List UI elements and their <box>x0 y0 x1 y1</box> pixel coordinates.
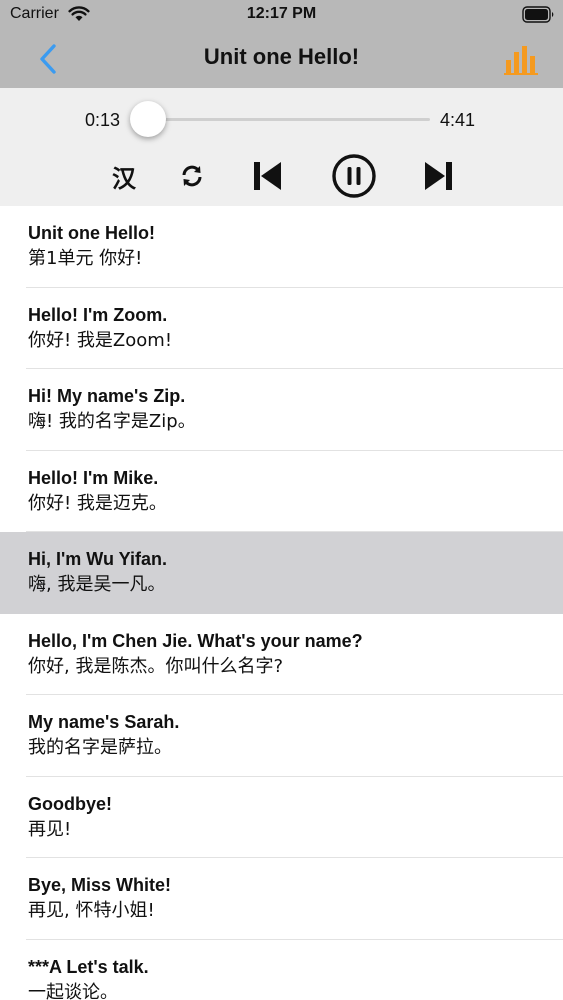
sentence-list: Unit one Hello! 第1单元 你好! Hello! I'm Zoom… <box>0 206 563 1000</box>
sentence-row[interactable]: My name's Sarah. 我的名字是萨拉。 <box>0 695 563 777</box>
sentence-chinese: 你好, 我是陈杰。你叫什么名字? <box>28 655 283 677</box>
sentence-row[interactable]: Hi, I'm Wu Yifan. 嗨, 我是吴一凡。 <box>0 532 563 614</box>
repeat-button[interactable] <box>176 154 208 198</box>
sentence-chinese: 一起谈论。 <box>28 981 118 1000</box>
sentence-chinese: 第1单元 你好! <box>28 248 143 269</box>
sentence-english: Bye, Miss White! <box>28 875 172 895</box>
sentence-english: ***A Let's talk. <box>28 956 149 977</box>
previous-button[interactable] <box>248 154 286 198</box>
sentence-row[interactable]: ***A Let's talk. 一起谈论。 <box>0 940 563 1000</box>
sentence-row[interactable]: Hi! My name's Zip. 嗨! 我的名字是Zip。 <box>0 369 563 451</box>
sentence-english: Hi, I'm Wu Yifan. <box>28 549 167 569</box>
status-time: 12:17 PM <box>246 5 317 22</box>
progress-slider[interactable] <box>129 101 430 137</box>
sentence-english: Goodbye! <box>28 793 112 814</box>
sentence-chinese: 再见! <box>28 818 72 840</box>
pause-button[interactable] <box>330 154 378 198</box>
sentence-english: Hello, I'm Chen Jie. What's your name? <box>28 630 363 651</box>
audio-player: 0:13 4:41 汉 <box>0 88 563 206</box>
total-time: 4:41 <box>440 110 476 130</box>
repeat-icon <box>182 165 202 187</box>
sentence-row[interactable]: Hello! I'm Zoom. 你好! 我是Zoom! <box>0 288 563 370</box>
pause-icon <box>332 154 376 198</box>
skip-previous-icon <box>254 162 281 190</box>
sentence-row[interactable]: Goodbye! 再见! <box>0 777 563 859</box>
page-title: Unit one Hello! <box>203 44 360 69</box>
header: Carrier 12:17 PM Unit one Hello! <box>0 0 563 88</box>
skip-next-icon <box>425 162 452 190</box>
sentence-chinese: 嗨! 我的名字是Zip。 <box>28 411 196 432</box>
current-time: 0:13 <box>85 110 121 130</box>
battery-icon <box>522 6 554 23</box>
sentence-english: Unit one Hello! <box>28 223 155 243</box>
language-toggle-button[interactable]: 汉 <box>104 154 144 198</box>
sentence-row[interactable]: Bye, Miss White! 再见, 怀特小姐! <box>0 858 563 940</box>
progress-knob[interactable] <box>129 101 166 137</box>
sentence-row[interactable]: Hello, I'm Chen Jie. What's your name? 你… <box>0 614 563 696</box>
sentence-chinese: 你好! 我是Zoom! <box>28 329 173 351</box>
sentence-chinese: 嗨, 我是吴一凡。 <box>28 574 166 595</box>
next-button[interactable] <box>420 154 458 198</box>
sentence-chinese: 你好! 我是迈克。 <box>28 492 167 514</box>
sentence-chinese: 再见, 怀特小姐! <box>28 900 155 921</box>
bar-chart-icon[interactable] <box>503 42 539 76</box>
sentence-chinese: 我的名字是萨拉。 <box>28 737 172 758</box>
sentence-row[interactable]: Unit one Hello! 第1单元 你好! <box>0 206 563 288</box>
sentence-english: Hi! My name's Zip. <box>28 386 186 406</box>
status-bar: Carrier 12:17 PM <box>0 0 563 30</box>
sentence-row[interactable]: Hello! I'm Mike. 你好! 我是迈克。 <box>0 451 563 533</box>
nav-bar: Unit one Hello! <box>0 30 563 88</box>
sentence-english: My name's Sarah. <box>28 712 180 732</box>
sentence-english: Hello! I'm Mike. <box>28 467 159 488</box>
sentence-english: Hello! I'm Zoom. <box>28 304 168 325</box>
